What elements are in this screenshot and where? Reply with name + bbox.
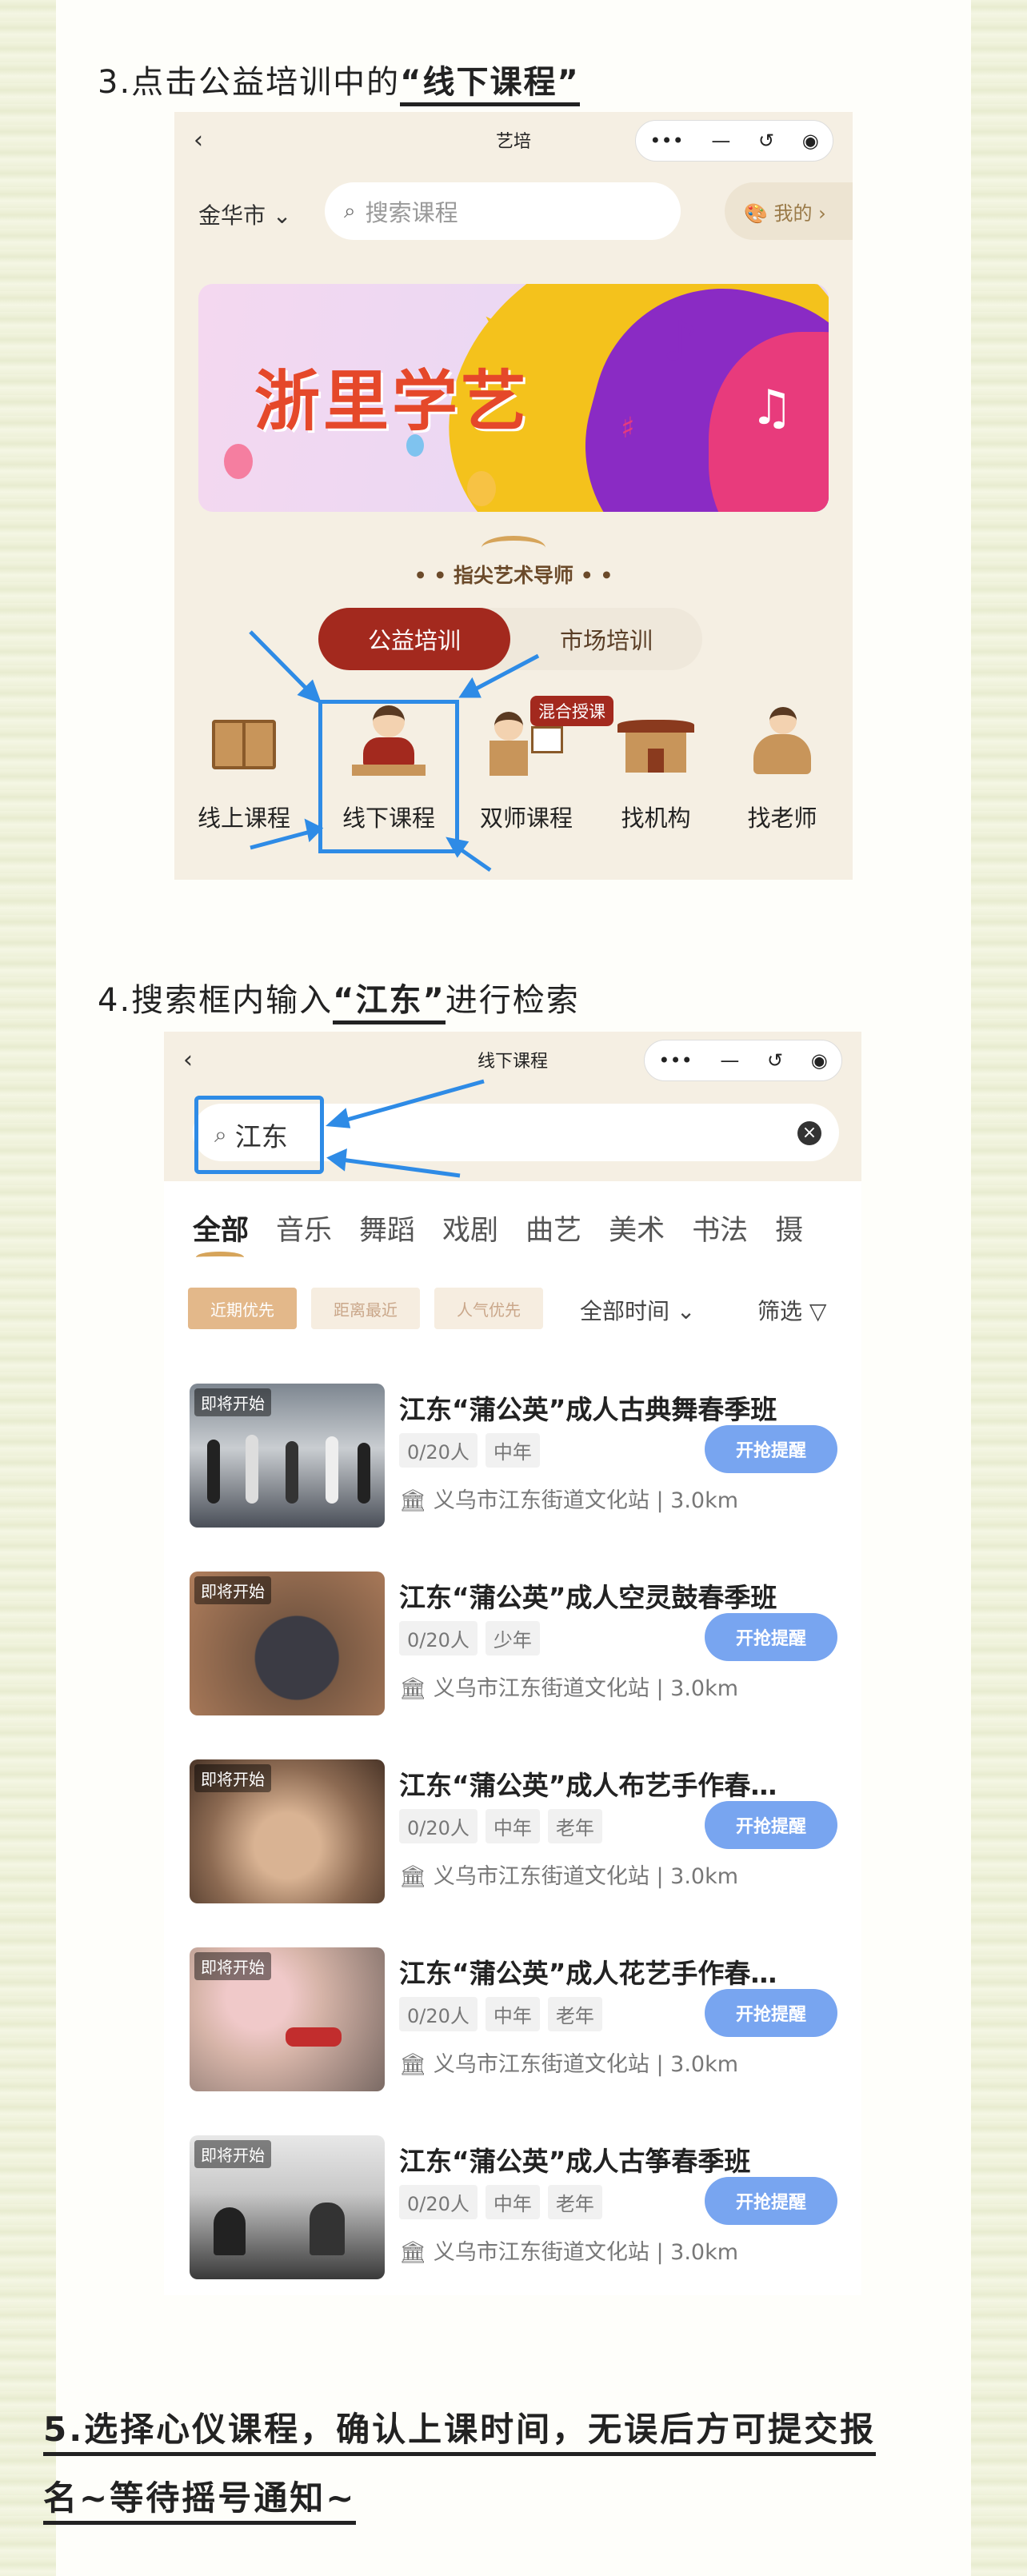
- enrollment-count: 0/20人: [399, 1433, 478, 1468]
- sort-filters: 近期优先 距离最近 人气优先 全部时间 ⌄ 筛选 ▽: [188, 1288, 845, 1329]
- course-location: 🏛 义乌市江东街道文化站 | 3.0km: [399, 1483, 738, 1514]
- course-card[interactable]: 即将开始 江东“蒲公英”成人布艺手作春… 0/20人 中年 老年 开抢提醒 🏛 …: [190, 1759, 837, 1903]
- enrollment-count: 0/20人: [399, 1997, 478, 2031]
- course-title: 江东“蒲公英”成人布艺手作春…: [399, 1770, 777, 1801]
- course-card[interactable]: 即将开始 江东“蒲公英”成人古筝春季班 0/20人 中年 老年 开抢提醒 🏛 义…: [190, 2135, 837, 2279]
- pointer-arrows: [326, 1079, 485, 1178]
- course-location: 🏛 义乌市江东街道文化站 | 3.0km: [399, 2235, 738, 2266]
- step3-heading: 3.点击公益培训中的“线下课程”: [98, 56, 580, 106]
- course-card[interactable]: 即将开始 江东“蒲公英”成人古典舞春季班 0/20人 中年 开抢提醒 🏛 义乌市…: [190, 1384, 837, 1528]
- course-thumbnail: 即将开始: [190, 1947, 385, 2091]
- course-thumbnail: 即将开始: [190, 1384, 385, 1528]
- location-text: 义乌市江东街道文化站 | 3.0km: [433, 1864, 739, 1889]
- enrollment-count: 0/20人: [399, 1809, 478, 1843]
- tab-quyi[interactable]: 曲艺: [525, 1208, 581, 1248]
- age-tag: 中年: [485, 1809, 540, 1843]
- course-thumbnail: 即将开始: [190, 2135, 385, 2279]
- age-tag: 老年: [547, 1997, 602, 2031]
- time-filter-dropdown[interactable]: 全部时间 ⌄: [580, 1294, 695, 1326]
- enrollment-count: 0/20人: [399, 1621, 478, 1655]
- course-tags: 0/20人 中年: [399, 1433, 540, 1468]
- remind-button[interactable]: 开抢提醒: [705, 1801, 837, 1849]
- age-tag: 中年: [485, 2185, 540, 2219]
- course-card[interactable]: 即将开始 江东“蒲公英”成人花艺手作春… 0/20人 中年 老年 开抢提醒 🏛 …: [190, 1947, 837, 2091]
- course-thumbnail: 即将开始: [190, 1572, 385, 1715]
- remind-button[interactable]: 开抢提醒: [705, 1613, 837, 1661]
- tab-calligraphy[interactable]: 书法: [692, 1208, 748, 1248]
- course-tags: 0/20人 中年 老年: [399, 2185, 602, 2219]
- institution-icon: 🏛: [399, 1488, 434, 1513]
- age-tag: 少年: [485, 1621, 540, 1655]
- right-border-decoration: [971, 0, 1027, 2576]
- tab-all[interactable]: 全部: [193, 1208, 249, 1248]
- active-tab-indicator: [196, 1252, 244, 1263]
- step4-text: 4.搜索框内输入: [98, 982, 334, 1019]
- remind-button[interactable]: 开抢提醒: [705, 2177, 837, 2225]
- institution-icon: 🏛: [399, 2240, 434, 2265]
- status-badge: 即将开始: [194, 1952, 271, 1980]
- status-badge: 即将开始: [194, 1576, 271, 1604]
- location-text: 义乌市江东街道文化站 | 3.0km: [433, 2052, 739, 2077]
- filter-popular[interactable]: 人气优先: [434, 1288, 543, 1329]
- institution-icon: 🏛: [399, 1864, 434, 1889]
- screenshot-home: ‹ 艺培 ••• — ↺ ◉ 金华市 ⌄ ⌕ 搜索课程 🎨 我的 › ➤ ♪ ♫…: [174, 112, 853, 880]
- course-tags: 0/20人 少年: [399, 1621, 540, 1655]
- step3-text: 3.点击公益培训中的: [98, 64, 401, 101]
- step5-text: 5.选择心仪课程，确认上课时间，无误后方可提交报名~等待摇号通知~: [43, 2410, 877, 2525]
- pointer-arrows: [249, 630, 540, 873]
- step3-highlight: “线下课程”: [400, 64, 580, 106]
- tab-dance[interactable]: 舞蹈: [359, 1208, 415, 1248]
- location-text: 义乌市江东街道文化站 | 3.0km: [433, 2240, 739, 2265]
- age-tag: 中年: [485, 1997, 540, 2031]
- filter-recent[interactable]: 近期优先: [188, 1288, 297, 1329]
- location-text: 义乌市江东街道文化站 | 3.0km: [433, 1676, 739, 1701]
- course-tags: 0/20人 中年 老年: [399, 1809, 602, 1843]
- tab-photography[interactable]: 摄: [775, 1208, 803, 1248]
- remind-button[interactable]: 开抢提醒: [705, 1425, 837, 1473]
- course-location: 🏛 义乌市江东街道文化站 | 3.0km: [399, 1859, 738, 1890]
- course-title: 江东“蒲公英”成人古典舞春季班: [399, 1394, 777, 1425]
- location-text: 义乌市江东街道文化站 | 3.0km: [433, 1488, 739, 1513]
- tab-music[interactable]: 音乐: [276, 1208, 332, 1248]
- status-badge: 即将开始: [194, 1764, 271, 1792]
- screenshot-offline-courses: ‹ 线下课程 ••• — ↺ ◉ ⌕ 江东 × 全部 音乐 舞蹈 戏剧 曲艺 美…: [164, 1032, 861, 2295]
- course-title: 江东“蒲公英”成人古筝春季班: [399, 2146, 751, 2177]
- step4-suffix: 进行检索: [445, 982, 580, 1019]
- step5-heading: 5.选择心仪课程，确认上课时间，无误后方可提交报名~等待摇号通知~: [43, 2395, 883, 2533]
- course-card[interactable]: 即将开始 江东“蒲公英”成人空灵鼓春季班 0/20人 少年 开抢提醒 🏛 义乌市…: [190, 1572, 837, 1715]
- screen-filter-button[interactable]: 筛选 ▽: [757, 1294, 826, 1326]
- filter-nearest[interactable]: 距离最近: [311, 1288, 420, 1329]
- status-badge: 即将开始: [194, 2140, 271, 2168]
- course-title: 江东“蒲公英”成人空灵鼓春季班: [399, 1582, 777, 1613]
- left-border-decoration: [0, 0, 56, 2576]
- tab-art[interactable]: 美术: [609, 1208, 665, 1248]
- remind-button[interactable]: 开抢提醒: [705, 1989, 837, 2037]
- step4-highlight: “江东”: [333, 982, 446, 1024]
- age-tag: 老年: [547, 2185, 602, 2219]
- course-thumbnail: 即将开始: [190, 1759, 385, 1903]
- course-title: 江东“蒲公英”成人花艺手作春…: [399, 1958, 777, 1989]
- age-tag: 老年: [547, 1809, 602, 1843]
- step4-heading: 4.搜索框内输入“江东”进行检索: [98, 974, 580, 1024]
- age-tag: 中年: [485, 1433, 540, 1468]
- enrollment-count: 0/20人: [399, 2185, 478, 2219]
- status-badge: 即将开始: [194, 1388, 271, 1416]
- course-tags: 0/20人 中年 老年: [399, 1997, 602, 2031]
- category-tabs: 全部 音乐 舞蹈 戏剧 曲艺 美术 书法 摄: [193, 1208, 861, 1248]
- tab-drama[interactable]: 戏剧: [442, 1208, 498, 1248]
- institution-icon: 🏛: [399, 2052, 434, 2077]
- course-location: 🏛 义乌市江东街道文化站 | 3.0km: [399, 1671, 738, 1702]
- institution-icon: 🏛: [399, 1676, 434, 1701]
- course-location: 🏛 义乌市江东街道文化站 | 3.0km: [399, 2047, 738, 2078]
